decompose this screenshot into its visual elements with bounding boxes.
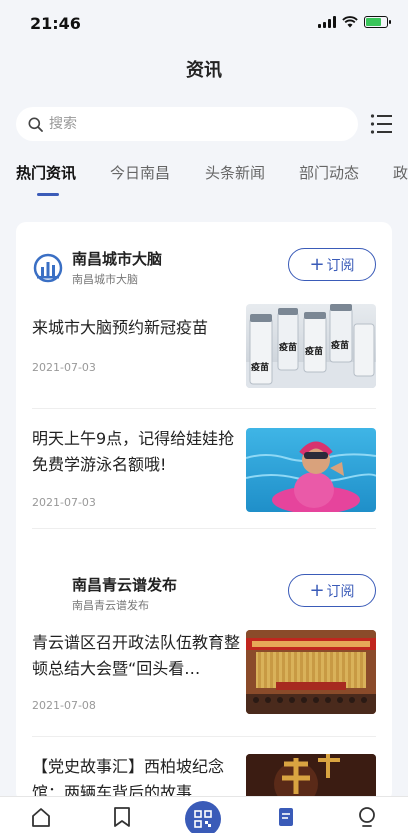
tab-department-news[interactable]: 部门动态 — [299, 162, 359, 183]
article-date: 2021-07-08 — [32, 699, 96, 712]
page-title: 资讯 — [186, 60, 222, 81]
search-input[interactable] — [49, 116, 329, 132]
article-item[interactable]: 青云谱区召开政法队伍教育整顿总结大会暨“回头看… 2021-07-08 — [16, 630, 392, 730]
article-item[interactable]: 明天上午9点，记得给娃娃抢免费学游泳名额哦! 2021-07-03 — [16, 426, 392, 536]
article-title: 来城市大脑预约新冠疫苗 — [32, 318, 209, 337]
vaccine-label: 疫苗 — [251, 361, 269, 373]
subscribe-button[interactable]: + 订阅 — [288, 248, 376, 281]
article-date: 2021-07-03 — [32, 361, 96, 374]
article-title: 明天上午9点，记得给娃娃抢免费学游泳名额哦! — [32, 429, 235, 474]
source-name[interactable]: 南昌城市大脑 — [72, 248, 162, 269]
tab-nanchang-today[interactable]: 今日南昌 — [110, 162, 170, 183]
tab-hot-news[interactable]: 热门资讯 — [16, 162, 76, 183]
city-brain-logo-icon — [33, 253, 63, 283]
article-title: 青云谱区召开政法队伍教育整顿总结大会暨“回头看… — [32, 633, 241, 678]
tab-government[interactable]: 政 — [393, 162, 408, 183]
qr-scan-button[interactable] — [185, 801, 221, 833]
category-tabs: 热门资讯 今日南昌 头条新闻 部门动态 政 — [0, 162, 408, 198]
vaccine-label: 疫苗 — [305, 345, 323, 357]
article-item[interactable]: 【党史故事汇】西柏坡纪念馆：两辆车背后的故事 — [16, 752, 392, 802]
article-item[interactable]: 来城市大脑预约新冠疫苗 2021-07-03 疫苗 疫苗 疫苗 疫苗 — [16, 304, 392, 410]
plus-icon: + — [309, 579, 325, 601]
bottom-nav — [0, 796, 408, 833]
source-name[interactable]: 南昌青云谱发布 — [72, 574, 177, 595]
article-date: 2021-07-03 — [32, 496, 96, 509]
search-bar[interactable] — [16, 107, 358, 141]
divider — [32, 528, 376, 529]
source-header: 南昌青云谱发布 南昌青云谱发布 + 订阅 — [16, 570, 392, 620]
source-subtitle: 南昌城市大脑 — [72, 273, 138, 286]
tab-headlines[interactable]: 头条新闻 — [205, 162, 265, 183]
swimming-image — [246, 428, 376, 512]
wifi-icon — [342, 16, 358, 28]
vaccine-label: 疫苗 — [279, 341, 297, 353]
plus-icon: + — [309, 253, 325, 275]
vaccine-image: 疫苗 疫苗 疫苗 疫苗 — [246, 304, 376, 388]
source-header: 南昌城市大脑 南昌城市大脑 + 订阅 — [16, 244, 392, 294]
news-card: 南昌城市大脑 南昌城市大脑 + 订阅 来城市大脑预约新冠疫苗 2021-07-0… — [16, 222, 392, 802]
status-icons — [318, 16, 391, 28]
list-menu-icon[interactable] — [370, 113, 394, 135]
divider — [32, 736, 376, 737]
bookmark-icon[interactable] — [110, 805, 134, 829]
qr-scan-icon — [194, 810, 212, 828]
article-title: 【党史故事汇】西柏坡纪念馆：两辆车背后的故事 — [32, 757, 225, 802]
news-icon[interactable] — [274, 805, 298, 829]
signal-icon — [318, 16, 336, 28]
conference-image — [246, 630, 376, 714]
home-icon[interactable] — [29, 805, 53, 829]
battery-icon — [364, 16, 391, 28]
subscribe-label: 订阅 — [326, 583, 355, 600]
profile-icon[interactable] — [355, 805, 379, 829]
party-history-image — [246, 754, 376, 802]
status-time: 21:46 — [30, 14, 81, 33]
active-tab-indicator — [37, 193, 59, 196]
divider — [32, 408, 376, 409]
vaccine-label: 疫苗 — [331, 339, 349, 351]
source-subtitle: 南昌青云谱发布 — [72, 599, 149, 612]
status-bar: 21:46 — [0, 0, 408, 46]
subscribe-button[interactable]: + 订阅 — [288, 574, 376, 607]
subscribe-label: 订阅 — [326, 257, 355, 274]
search-icon — [28, 117, 43, 132]
